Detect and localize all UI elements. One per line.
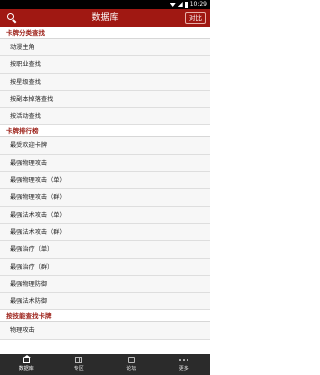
section-header-card-category: 卡牌分类查找: [0, 27, 210, 39]
section-header-skill-search: 按技能查找卡牌: [0, 310, 210, 323]
chat-icon: [127, 357, 135, 363]
tab-label: 论坛: [126, 366, 137, 372]
app-bar: 数据库 对比: [0, 9, 210, 27]
list-item[interactable]: 最强物理攻击（群）: [0, 189, 210, 207]
signal-icon: [177, 2, 183, 7]
list-item[interactable]: 最强法术攻击（群）: [0, 223, 210, 242]
list-item[interactable]: 最强物理防御: [0, 275, 210, 294]
page-title: 数据库: [91, 13, 119, 23]
list-item[interactable]: 最强法术防御: [0, 293, 210, 311]
database-list: 卡牌分类查找 动漫主角 按职业查找 按星级查找 按副本掉落查找 按活动查找 卡牌…: [0, 27, 210, 354]
tab-forum[interactable]: 论坛: [105, 354, 158, 375]
list-item[interactable]: 最强物理攻击: [0, 154, 210, 173]
tab-label: 更多: [178, 366, 189, 372]
status-bar: 10:29: [0, 0, 210, 9]
tab-label: 数据库: [18, 366, 34, 372]
tab-zone[interactable]: 专区: [53, 354, 106, 375]
list-item[interactable]: 按活动查找: [0, 108, 210, 126]
list-item[interactable]: 按职业查找: [0, 56, 210, 74]
home-icon: [22, 355, 31, 363]
wifi-icon: [169, 3, 176, 7]
list-item[interactable]: 物理攻击: [0, 322, 210, 340]
bottom-tab-bar: 数据库 专区 论坛 更多: [0, 354, 210, 375]
tab-label: 专区: [73, 366, 84, 372]
list-item[interactable]: 最强法术攻击（单）: [0, 206, 210, 224]
battery-icon: [184, 1, 188, 8]
section-header-card-ranking: 卡牌排行榜: [0, 125, 210, 138]
list-item[interactable]: 按副本掉落查找: [0, 90, 210, 109]
list-item[interactable]: 最强物理攻击（单）: [0, 172, 210, 190]
tab-database[interactable]: 数据库: [0, 354, 53, 375]
list-item[interactable]: 最强治疗（群）: [0, 258, 210, 276]
more-icon: [179, 357, 189, 363]
book-icon: [75, 357, 83, 363]
list-item[interactable]: 最强治疗（单）: [0, 241, 210, 259]
status-time: 10:29: [189, 1, 207, 8]
list-item[interactable]: 动漫主角: [0, 39, 210, 57]
compare-button[interactable]: 对比: [185, 12, 206, 24]
tab-more[interactable]: 更多: [158, 354, 211, 375]
list-item[interactable]: 按星级查找: [0, 73, 210, 91]
list-item[interactable]: 最受欢迎卡牌: [0, 137, 210, 155]
